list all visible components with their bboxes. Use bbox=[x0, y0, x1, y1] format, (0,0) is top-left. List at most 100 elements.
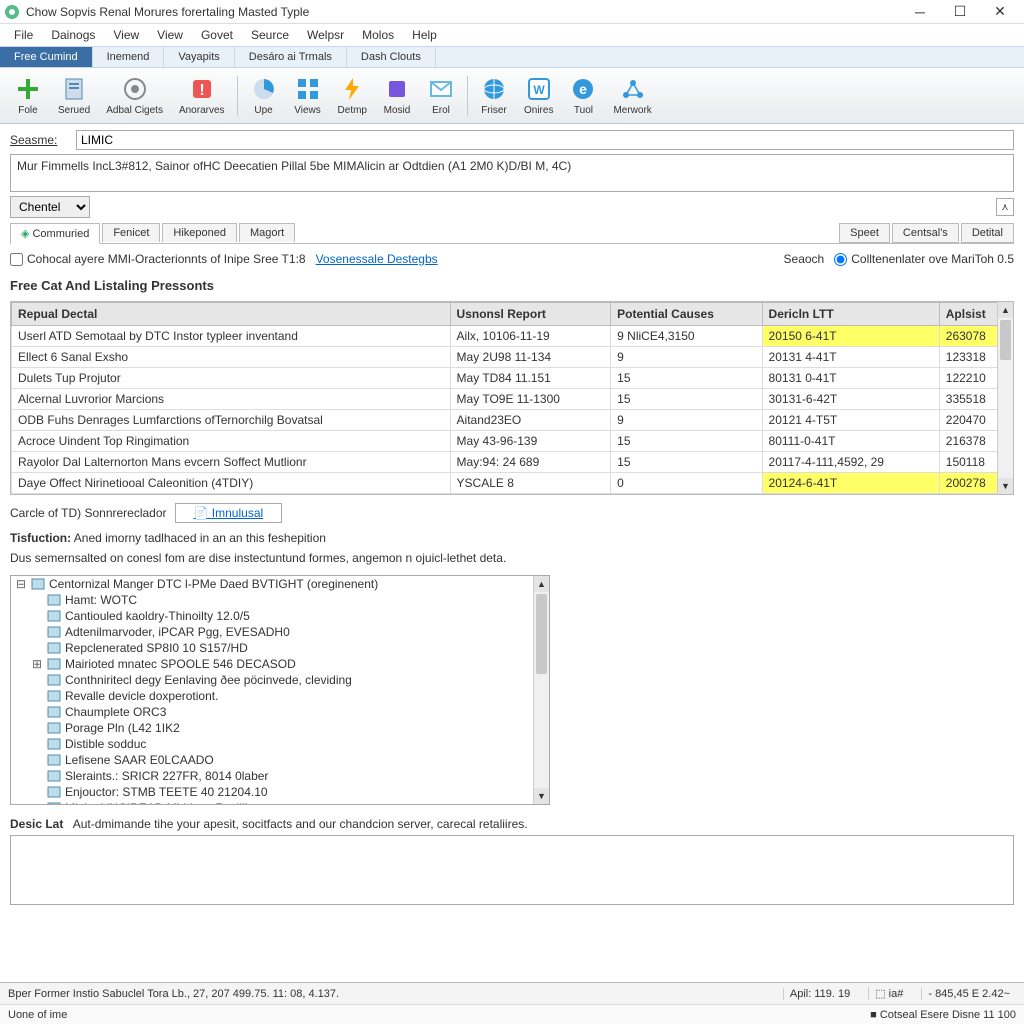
submenu-free-cumind[interactable]: Free Cumind bbox=[0, 47, 93, 67]
tree-label: Porage Pln (L42 1IK2 bbox=[65, 721, 180, 735]
imnulusal-link[interactable]: 📄 Imnulusal bbox=[175, 503, 283, 523]
tree-scrollbar[interactable]: ▲ ▼ bbox=[533, 576, 549, 804]
grid-icon bbox=[294, 75, 322, 103]
col-repual-dectal[interactable]: Repual Dectal bbox=[12, 303, 451, 326]
tabbtn-speet[interactable]: Speet bbox=[839, 223, 890, 243]
tab-commuried[interactable]: Commuried bbox=[10, 223, 100, 244]
tab-fenicet[interactable]: Fenicet bbox=[102, 223, 160, 242]
toolbar-label: Detmp bbox=[338, 105, 367, 116]
cohocal-checkbox[interactable] bbox=[10, 253, 23, 266]
menu-help[interactable]: Help bbox=[404, 26, 445, 44]
tree-expander-icon[interactable]: ⊞ bbox=[31, 657, 43, 671]
scroll-up-icon[interactable]: ▲ bbox=[998, 302, 1013, 318]
tree-scroll-down-icon[interactable]: ▼ bbox=[534, 788, 549, 804]
toolbar-merwork[interactable]: Merwork bbox=[605, 73, 659, 118]
table-scrollbar[interactable]: ▲ ▼ bbox=[997, 302, 1013, 494]
cell: 20131 4-41T bbox=[762, 347, 939, 368]
vosenessale-link[interactable]: Vosenessale Destegbs bbox=[316, 252, 438, 266]
toolbar-views[interactable]: Views bbox=[286, 73, 330, 118]
minimize-button[interactable]: ─ bbox=[900, 1, 940, 23]
tree-item[interactable]: Lefisene SAAR E0LCAADO bbox=[11, 752, 549, 768]
circle-label: Carcle of TD) Sonnrereclador bbox=[10, 506, 167, 520]
submenu-vayapits[interactable]: Vayapits bbox=[164, 47, 234, 67]
col-dericln-ltt[interactable]: Dericln LTT bbox=[762, 303, 939, 326]
target-icon bbox=[121, 75, 149, 103]
tree-item[interactable]: Distible sodduc bbox=[11, 736, 549, 752]
tree-item[interactable]: Sleraints.: SRICR 227FR, 8014 0laber bbox=[11, 768, 549, 784]
toolbar-friser[interactable]: Friser bbox=[472, 73, 516, 118]
scroll-thumb[interactable] bbox=[1000, 320, 1011, 360]
tab-hikeponed[interactable]: Hikeponed bbox=[162, 223, 237, 242]
checkbox-wrap[interactable]: Cohocal ayere MMI-Oracterionnts of Inipe… bbox=[10, 252, 306, 266]
toolbar-anorarves[interactable]: !Anorarves bbox=[171, 73, 233, 118]
cell: Aitand23EO bbox=[450, 410, 611, 431]
tree-item[interactable]: Porage Pln (L42 1IK2 bbox=[11, 720, 549, 736]
toolbar-tuol[interactable]: eTuol bbox=[561, 73, 605, 118]
menu-dainogs[interactable]: Dainogs bbox=[43, 26, 103, 44]
tabbtn-detital[interactable]: Detital bbox=[961, 223, 1014, 243]
status2-right: ■ Cotseal Esere Disne 11 100 bbox=[870, 1009, 1016, 1021]
tree-box[interactable]: ⊟Centornizal Manger DTC l-PMe Daed BVTIG… bbox=[10, 575, 550, 805]
menu-govet[interactable]: Govet bbox=[193, 26, 241, 44]
toolbar-adbal cigets[interactable]: Adbal Cigets bbox=[98, 73, 171, 118]
tree-expander-icon[interactable]: ⊟ bbox=[15, 577, 27, 591]
submenu-desáro-ai-trmals[interactable]: Desáro ai Trmals bbox=[235, 47, 347, 67]
table-row[interactable]: Rayolor Dal Lalternorton Mans evcern Sof… bbox=[12, 452, 1013, 473]
menu-view[interactable]: View bbox=[149, 26, 191, 44]
tree-item[interactable]: Repclenerated SP8I0 10 S157/HD bbox=[11, 640, 549, 656]
submenu-dash-clouts[interactable]: Dash Clouts bbox=[347, 47, 436, 67]
col-usnonsl-report[interactable]: Usnonsl Report bbox=[450, 303, 611, 326]
desc-lat-box[interactable] bbox=[10, 835, 1014, 905]
toolbar-erol[interactable]: Erol bbox=[419, 73, 463, 118]
col-potential-causes[interactable]: Potential Causes bbox=[611, 303, 762, 326]
tree-item[interactable]: Hamt: WOTC bbox=[11, 592, 549, 608]
tree-item[interactable]: Revalle devicle doxperotiont. bbox=[11, 688, 549, 704]
toolbar-upe[interactable]: Upe bbox=[242, 73, 286, 118]
tree-item[interactable]: Enjouctor: STMB TEETE 40 21204.10 bbox=[11, 784, 549, 800]
cell: ODB Fuhs Denrages Lumfarctions ofTernorc… bbox=[12, 410, 451, 431]
toolbar-mosid[interactable]: Mosid bbox=[375, 73, 419, 118]
chentel-dropdown[interactable]: Chentel bbox=[10, 196, 90, 218]
e-icon: e bbox=[569, 75, 597, 103]
colltenenlater-radio[interactable] bbox=[834, 253, 847, 266]
tabbtn-centsal's[interactable]: Centsal's bbox=[892, 223, 959, 243]
close-button[interactable]: ✕ bbox=[980, 1, 1020, 23]
tree-item[interactable]: Cantiouled kaoldry-Thinoilty 12.0/5 bbox=[11, 608, 549, 624]
tree-label: Distible sodduc bbox=[65, 737, 146, 751]
menu-seurce[interactable]: Seurce bbox=[243, 26, 297, 44]
description-box[interactable]: Mur Fimmells IncL3#812, Sainor ofHC Deec… bbox=[10, 154, 1014, 192]
tree-node-icon bbox=[47, 801, 61, 805]
maximize-button[interactable]: ☐ bbox=[940, 1, 980, 23]
tree-item[interactable]: ⊞Mairioted mnatec SPOOLE 546 DECASOD bbox=[11, 656, 549, 672]
scroll-down-icon[interactable]: ▼ bbox=[998, 478, 1013, 494]
tree-item[interactable]: Chaumplete ORC3 bbox=[11, 704, 549, 720]
table-row[interactable]: Userl ATD Semotaal by DTC Instor typleer… bbox=[12, 326, 1013, 347]
table-row[interactable]: Daye Offect Nirinetiooal Caleonition (4T… bbox=[12, 473, 1013, 494]
table-row[interactable]: Dulets Tup ProjutorMay TD84 11.151158013… bbox=[12, 368, 1013, 389]
seasme-input[interactable] bbox=[76, 130, 1014, 150]
menu-welpsr[interactable]: Welpsr bbox=[299, 26, 352, 44]
tree-item[interactable]: Minite L'NCIREAD Mirhions Rusillion bbox=[11, 800, 549, 805]
tree-scroll-thumb[interactable] bbox=[536, 594, 547, 674]
table-row[interactable]: Alcernal Luvrorior MarcionsMay TO9E 11-1… bbox=[12, 389, 1013, 410]
menu-molos[interactable]: Molos bbox=[354, 26, 402, 44]
tree-scroll-up-icon[interactable]: ▲ bbox=[534, 576, 549, 592]
toolbar-onires[interactable]: WOnires bbox=[516, 73, 561, 118]
radio-wrap[interactable]: Colltenenlater ove MariToh 0.5 bbox=[834, 252, 1014, 266]
tree-item[interactable]: Conthniritecl degy Eenlaving ðee pöcinve… bbox=[11, 672, 549, 688]
table-row[interactable]: Acroce Uindent Top RingimationMay 43-96-… bbox=[12, 431, 1013, 452]
tree-label: Adtenilmarvoder, iPCAR Pgg, EVESADH0 bbox=[65, 625, 290, 639]
tree-item[interactable]: Adtenilmarvoder, iPCAR Pgg, EVESADH0 bbox=[11, 624, 549, 640]
toolbar-detmp[interactable]: Detmp bbox=[330, 73, 375, 118]
submenu-inemend[interactable]: Inemend bbox=[93, 47, 165, 67]
table-row[interactable]: ODB Fuhs Denrages Lumfarctions ofTernorc… bbox=[12, 410, 1013, 431]
menu-view[interactable]: View bbox=[105, 26, 147, 44]
instruction-title-text: Aned imorny tadlhaced in an an this fesh… bbox=[74, 531, 326, 545]
toolbar-serued[interactable]: Serued bbox=[50, 73, 98, 118]
tab-magort[interactable]: Magort bbox=[239, 223, 295, 242]
toolbar-fole[interactable]: Fole bbox=[6, 73, 50, 118]
table-row[interactable]: Ellect 6 Sanal ExshoMay 2U98 11-13492013… bbox=[12, 347, 1013, 368]
expand-button[interactable]: ⋏ bbox=[996, 198, 1014, 216]
menu-file[interactable]: File bbox=[6, 26, 41, 44]
tree-item[interactable]: ⊟Centornizal Manger DTC l-PMe Daed BVTIG… bbox=[11, 576, 549, 592]
